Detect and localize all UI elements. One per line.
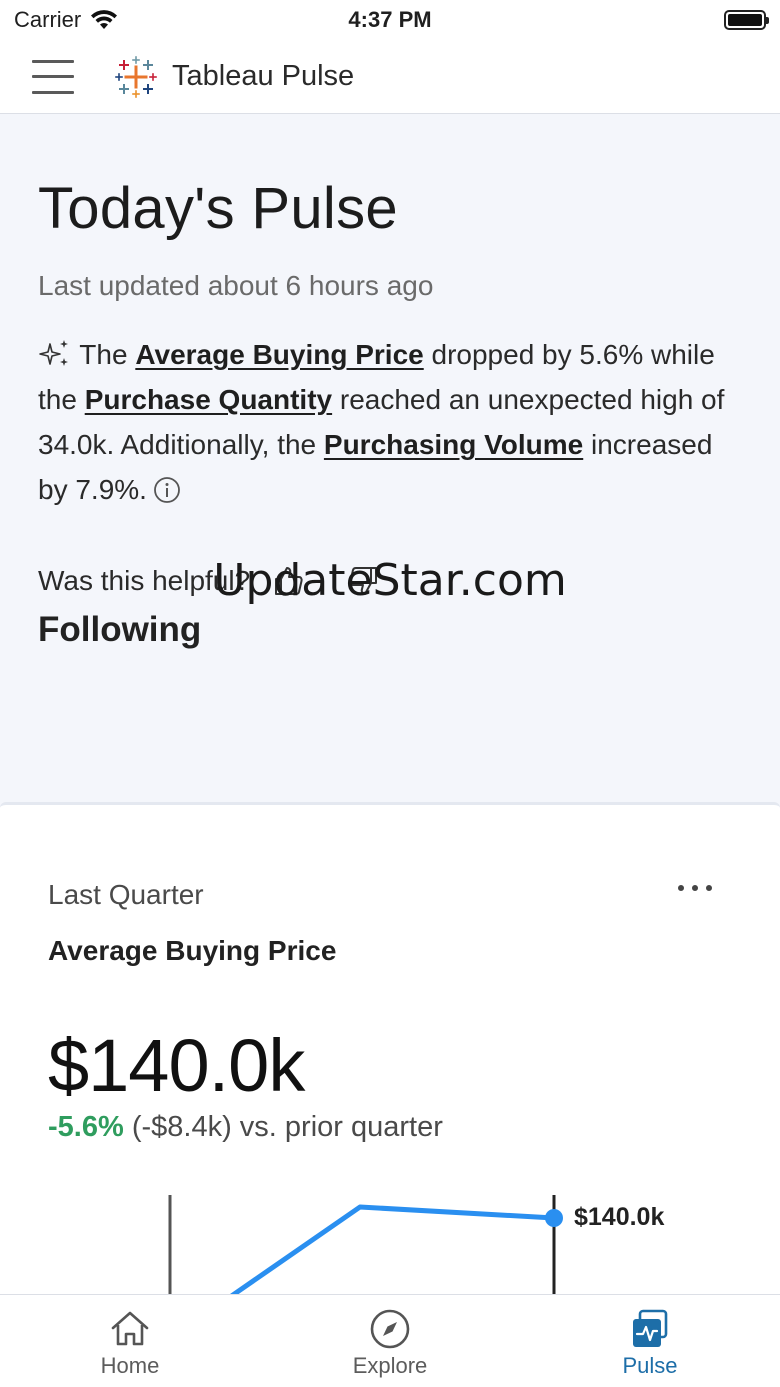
app-header: Tableau Pulse [0,40,780,114]
metric-link-purchase-quantity[interactable]: Purchase Quantity [85,384,332,415]
tab-explore-label: Explore [352,1353,428,1378]
tab-home-label: Home [100,1353,160,1378]
status-left: Carrier [14,7,119,33]
metric-card[interactable]: Last Quarter Average Buying Price $140.0… [0,802,780,1312]
status-bar: Carrier 4:37 PM [0,0,780,40]
tab-home[interactable]: Home [0,1295,260,1387]
following-heading: Following [38,610,202,649]
pulse-icon [633,1309,668,1347]
tab-pulse[interactable]: Pulse [520,1295,780,1387]
app-title: Tableau Pulse [172,60,355,92]
wifi-icon [91,10,118,29]
insight-summary: The Average Buying Price dropped by 5.6%… [38,332,738,512]
page-title: Today's Pulse [38,176,398,241]
card-metric-value: $140.0k [48,1024,305,1107]
change-percent: -5.6% [48,1111,124,1143]
menu-icon-bar [32,90,74,94]
summary-text: The [72,339,136,370]
last-updated-text: Last updated about 6 hours ago [38,270,434,301]
more-options-button[interactable] [672,873,718,903]
chart-last-point [545,1209,563,1227]
menu-button[interactable] [32,59,74,94]
chart-last-value-label: $140.0k [574,1203,665,1231]
menu-icon-bar [32,59,74,63]
menu-icon-bar [32,75,74,78]
compass-icon [370,1309,410,1349]
tab-bar: Home Explore Pulse [0,1294,780,1387]
card-period: Last Quarter [48,879,204,910]
sparkle-icon [39,340,68,366]
tab-explore[interactable]: Explore [260,1295,520,1387]
card-change: -5.6% (-$8.4k) vs. prior quarter [48,1111,443,1144]
watermark-text: UpdateStar.com [213,555,567,606]
metric-link-average-buying-price[interactable]: Average Buying Price [135,339,423,370]
more-dot [692,885,698,891]
card-metric-name: Average Buying Price [48,935,337,966]
home-icon [111,1311,149,1346]
tab-pulse-label: Pulse [622,1353,678,1378]
battery-icon [724,10,769,30]
change-detail: (-$8.4k) vs. prior quarter [123,1111,443,1143]
tableau-logo [115,55,157,98]
main-content: Today's Pulse Last updated about 6 hours… [0,115,780,800]
chart-line [228,1204,555,1300]
metric-link-purchasing-volume[interactable]: Purchasing Volume [324,429,583,460]
info-icon[interactable] [153,476,181,504]
carrier-label: Carrier [14,7,82,32]
more-dot [678,885,684,891]
more-dot [706,885,712,891]
